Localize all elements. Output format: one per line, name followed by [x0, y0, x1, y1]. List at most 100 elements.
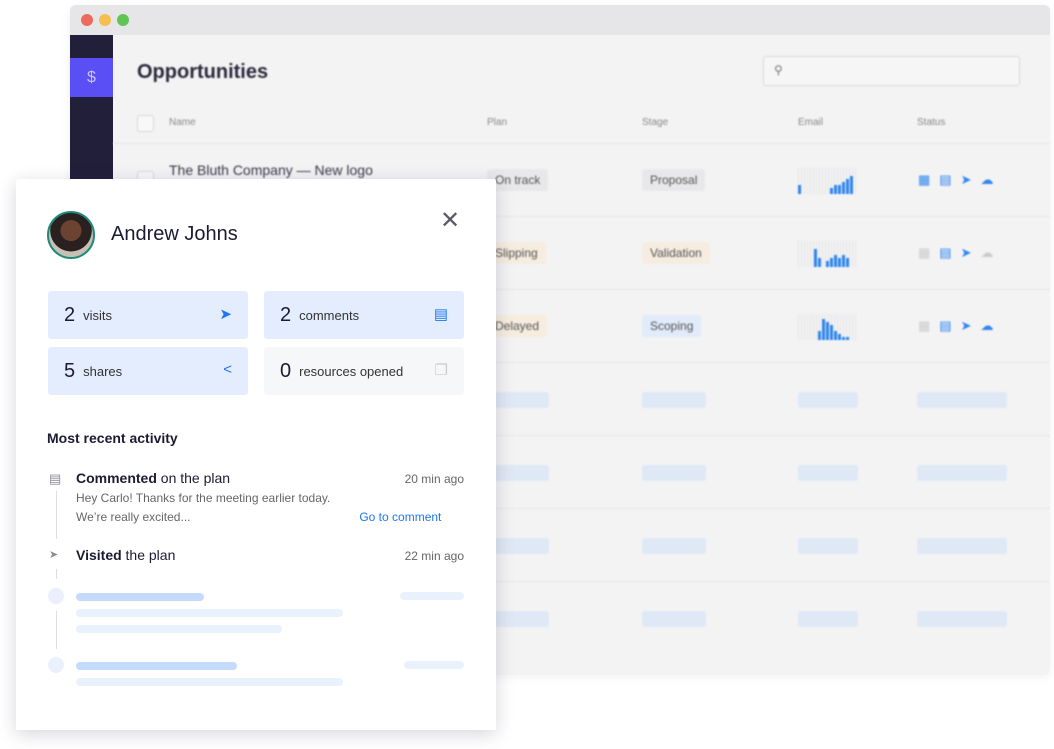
sparkline-bar [838, 258, 841, 267]
sparkline-bar [822, 319, 825, 340]
activity-time: 20 min ago [404, 472, 464, 486]
skeleton-line [76, 609, 343, 617]
skeleton-avatar [48, 657, 64, 673]
building-icon: ▤ [939, 172, 952, 187]
skeleton-cell [487, 392, 549, 408]
go-to-comment-link[interactable]: Go to comment [359, 510, 441, 524]
maximize-window-button[interactable] [117, 14, 129, 26]
send-icon: ➤ [960, 245, 972, 260]
activity-text: on the plan [156, 470, 231, 486]
comment-icon: ▤ [49, 471, 62, 486]
stage-badge: Scoping [642, 315, 702, 337]
skeleton-cell [917, 392, 1007, 408]
skeleton-line [400, 592, 464, 600]
skeleton-cell [487, 611, 549, 627]
comment-excerpt: Hey Carlo! Thanks for the meeting earlie… [76, 491, 331, 524]
sparkline-bar [830, 258, 833, 267]
status-icons: ▦ ▤ ➤ ☁ [918, 172, 994, 188]
sparkline-bar [818, 331, 821, 340]
select-all-checkbox[interactable] [137, 115, 154, 132]
sparkline-bar [838, 185, 841, 194]
sparkline-bar [846, 179, 849, 194]
skeleton-cell [642, 465, 706, 481]
user-activity-panel: Andrew Johns ✕ 2 visits ➤ 2 comments ▤ 5… [16, 179, 496, 730]
sparkline-bar [846, 258, 849, 267]
email-sparkline [798, 241, 858, 267]
column-header-stage[interactable]: Stage [642, 117, 668, 128]
skeleton-line [76, 593, 204, 601]
sparkline-bar [834, 331, 837, 340]
building-icon: ▤ [939, 318, 952, 333]
skeleton-line [404, 661, 464, 669]
sparkline-bar [830, 188, 833, 194]
skeleton-cell [798, 611, 858, 627]
send-icon: ➤ [960, 172, 972, 187]
timeline-line [56, 611, 57, 649]
sparkline-bar [814, 249, 817, 267]
column-header-plan[interactable]: Plan [487, 117, 507, 128]
cloud-icon: ☁ [980, 172, 994, 187]
stat-label: resources opened [299, 363, 404, 379]
dollar-icon: $ [87, 69, 96, 86]
skeleton-line [76, 625, 282, 633]
stat-count: 2 [280, 303, 292, 326]
cursor-icon: ➤ [219, 306, 232, 323]
sparkline-bar [830, 325, 833, 340]
cursor-icon: ➤ [49, 549, 59, 561]
skeleton-avatar [48, 588, 64, 604]
email-sparkline [798, 314, 858, 340]
activity-section-title: Most recent activity [47, 430, 178, 446]
sparkline-bar [798, 185, 801, 194]
stage-badge: Validation [642, 242, 710, 264]
close-icon[interactable]: ✕ [440, 209, 460, 233]
document-icon: ❐ [434, 362, 448, 379]
search-input[interactable]: ⚲ [763, 56, 1020, 86]
sparkline-bar [818, 258, 821, 267]
building-icon: ▤ [939, 245, 952, 260]
sparkline-bar [842, 182, 845, 194]
send-icon: ➤ [960, 318, 972, 333]
calendar-icon: ▦ [918, 172, 931, 187]
skeleton-cell [917, 611, 1007, 627]
status-icons: ▦ ▤ ➤ ☁ [918, 245, 994, 261]
skeleton-cell [798, 465, 858, 481]
close-window-button[interactable] [81, 14, 93, 26]
stat-resources-opened: 0 resources opened ❐ [264, 347, 464, 395]
sparkline-bar [850, 176, 853, 194]
stat-count: 2 [64, 303, 76, 326]
sparkline-bar [846, 337, 849, 340]
stat-comments: 2 comments ▤ [264, 291, 464, 339]
opportunity-name[interactable]: The Bluth Company — New logo [169, 162, 373, 178]
sparkline-bar [834, 255, 837, 267]
comment-icon: ▤ [433, 306, 448, 323]
plan-badge: Delayed [487, 315, 548, 337]
column-header-name[interactable]: Name [169, 117, 196, 128]
email-sparkline [798, 168, 858, 194]
stat-label: visits [83, 307, 113, 323]
activity-action: Visited [76, 547, 122, 563]
sparkline-bar [826, 322, 829, 340]
stage-badge: Proposal [642, 169, 706, 191]
skeleton-line [76, 662, 237, 670]
skeleton-cell [642, 538, 706, 554]
sidebar-item-opportunities[interactable]: $ [70, 58, 113, 97]
minimize-window-button[interactable] [99, 14, 111, 26]
sparkline-bar [826, 261, 829, 267]
activity-item-commented: Commented on the plan [76, 470, 230, 486]
user-name: Andrew Johns [111, 223, 238, 245]
column-header-status[interactable]: Status [917, 117, 945, 128]
plan-badge: On track [487, 169, 549, 191]
stat-visits: 2 visits ➤ [48, 291, 248, 339]
stat-shares: 5 shares < [48, 347, 248, 395]
activity-time: 22 min ago [404, 549, 464, 563]
stat-count: 0 [280, 359, 292, 382]
status-icons: ▦ ▤ ➤ ☁ [918, 318, 994, 334]
sparkline-bar [838, 334, 841, 340]
column-header-email[interactable]: Email [798, 117, 823, 128]
sparkline-bar [842, 255, 845, 267]
activity-text: the plan [121, 547, 176, 563]
sparkline-bar [834, 185, 837, 194]
skeleton-cell [487, 538, 549, 554]
activity-item-visited: Visited the plan [76, 547, 175, 563]
skeleton-cell [487, 465, 549, 481]
